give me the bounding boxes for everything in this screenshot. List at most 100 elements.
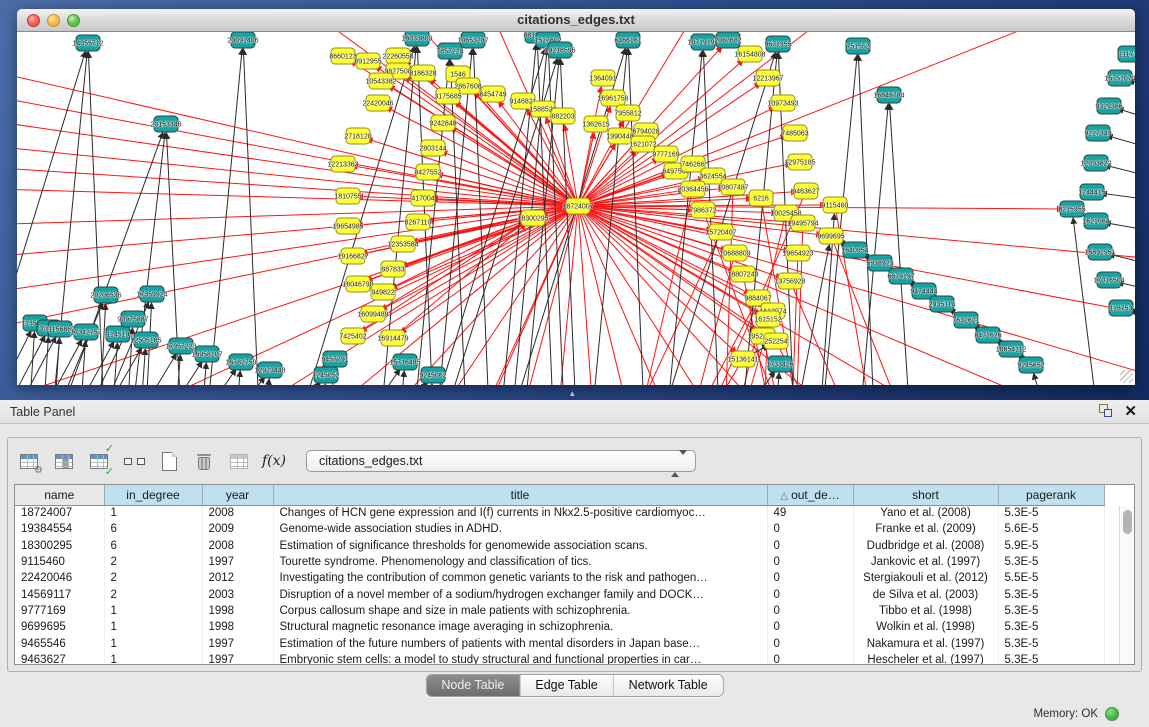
table-cell[interactable]: 1997 (202, 635, 273, 651)
table-cell[interactable]: Embryonic stem cells: a model to study s… (273, 652, 767, 665)
table-cell[interactable]: 2012 (202, 570, 273, 586)
table-cell[interactable]: Wolkin et al. (1998) (853, 619, 998, 635)
table-cell[interactable]: 2 (104, 554, 202, 570)
graph-node[interactable]: 16961758 (597, 90, 628, 106)
graph-node[interactable]: 9457791 (321, 351, 348, 367)
column-header-name[interactable]: name (15, 485, 104, 505)
graph-node[interactable]: 16914479 (377, 330, 408, 346)
graph-node[interactable]: 6679197 (887, 268, 914, 284)
table-cell[interactable]: Estimation of significance thresholds fo… (273, 538, 767, 554)
graph-node[interactable]: 7986372 (689, 202, 716, 218)
graph-node[interactable]: 8427552 (414, 164, 441, 180)
scrollbar-thumb[interactable] (1123, 510, 1132, 534)
graph-node[interactable]: 15720407 (705, 224, 736, 240)
graph-node[interactable]: 17342757 (70, 324, 101, 340)
table-cell[interactable]: 18724007 (15, 505, 104, 521)
graph-node[interactable]: 20364456 (677, 181, 708, 197)
graph-node[interactable]: 1244415 (1078, 184, 1105, 200)
column-header-in_degree[interactable]: in_degree (104, 485, 202, 505)
graph-node[interactable]: 7485063 (781, 125, 808, 141)
table-cell[interactable]: 1 (104, 603, 202, 619)
function-builder-icon[interactable]: f(x) (261, 448, 287, 474)
graph-node[interactable]: 949822 (371, 284, 395, 300)
tab-network-table[interactable]: Network Table (614, 675, 723, 696)
table-cell[interactable]: Jankovic et al. (1997) (853, 554, 998, 570)
graph-node[interactable]: 9245062 (419, 367, 446, 383)
table-cell[interactable]: 0 (767, 538, 853, 554)
table-row[interactable]: 1938455462009Genome-wide association stu… (15, 521, 1104, 537)
graph-node[interactable]: 7425402 (339, 328, 366, 344)
graph-node[interactable]: 22260558 (382, 48, 413, 64)
graph-node[interactable]: 8186328 (409, 65, 436, 81)
graph-node[interactable]: 20091406 (227, 32, 258, 48)
graph-node[interactable]: 16154808 (734, 46, 765, 62)
graph-node[interactable]: 7632621 (952, 312, 979, 328)
delete-icon[interactable] (191, 448, 217, 474)
table-row[interactable]: 946362711997Embryonic stem cells: a mode… (15, 652, 1104, 665)
graph-node[interactable]: 1364091 (589, 70, 616, 86)
graph-node[interactable]: 9242848 (429, 115, 456, 131)
graph-node[interactable]: 13756928 (774, 273, 805, 289)
graph-node[interactable]: 114519 (106, 326, 130, 342)
graph-node[interactable]: 10688809 (719, 245, 750, 261)
graph-node[interactable]: 16046798 (342, 276, 373, 292)
memory-status-indicator[interactable] (1105, 707, 1119, 721)
table-row[interactable]: 1872400712008Changes of HCN gene express… (15, 505, 1104, 521)
graph-node[interactable]: 15136141 (727, 351, 758, 367)
table-cell[interactable]: Structural magnetic resonance image aver… (273, 619, 767, 635)
table-cell[interactable]: Stergiakouli et al. (2012) (853, 570, 998, 586)
table-cell[interactable]: 5.3E-5 (998, 619, 1104, 635)
table-cell[interactable]: 1997 (202, 554, 273, 570)
table-row[interactable]: 1456911722003Disruption of a novel membe… (15, 586, 1104, 602)
table-cell[interactable]: 2008 (202, 538, 273, 554)
table-cell[interactable]: 0 (767, 603, 853, 619)
graph-node[interactable]: 18807249 (727, 266, 758, 282)
graph-node[interactable]: 9777169 (652, 146, 679, 162)
graph-node[interactable]: 9227349 (1084, 125, 1111, 141)
table-cell[interactable]: 9777169 (15, 603, 104, 619)
graph-node[interactable]: 751552 (846, 38, 870, 54)
graph-node[interactable]: 2803144 (419, 140, 446, 156)
graph-node[interactable]: 5938923 (866, 255, 893, 271)
graph-node[interactable]: 90975887 (117, 311, 148, 327)
table-row[interactable]: 977716911998Corpus callosum shape and si… (15, 603, 1104, 619)
table-row[interactable]: 1830029562008Estimation of significance … (15, 538, 1104, 554)
column-header-year[interactable]: year (202, 485, 273, 505)
tab-edge-table[interactable]: Edge Table (520, 675, 613, 696)
graph-node[interactable]: 18724007 (562, 198, 593, 214)
table-cell[interactable]: 5.3E-5 (998, 652, 1104, 665)
graph-node[interactable]: 7857224 (436, 43, 463, 59)
graph-node[interactable]: 10654112 (996, 341, 1027, 357)
network-window-titlebar[interactable]: citations_edges.txt (17, 9, 1135, 32)
table-cell[interactable]: 0 (767, 652, 853, 665)
node-table-grid[interactable]: namein_degreeyeartitle△ out_de…shortpage… (15, 485, 1105, 665)
table-column-icon[interactable] (51, 448, 77, 474)
graph-node[interactable]: 12353584 (387, 236, 418, 252)
table-cell[interactable]: 1 (104, 505, 202, 521)
network-canvas[interactable]: 1872400786601238912955222605589827508105… (17, 32, 1135, 385)
split-pane-handle[interactable]: ▴ (570, 388, 575, 399)
table-cell[interactable]: 5.9E-5 (998, 538, 1104, 554)
graph-node[interactable]: 18300295 (517, 210, 548, 226)
table-cell[interactable]: Corpus callosum shape and size in male p… (273, 603, 767, 619)
column-header-out_de[interactable]: △ out_de… (767, 485, 853, 505)
graph-node[interactable]: 8267110 (405, 214, 432, 230)
graph-node[interactable]: 9671355 (764, 36, 791, 52)
graph-node[interactable]: 16648784 (873, 87, 904, 103)
graph-node[interactable]: 19654923 (782, 245, 813, 261)
table-cell[interactable]: Genome-wide association studies in ADHD. (273, 521, 767, 537)
table-cell[interactable]: Hescheler et al. (1997) (853, 652, 998, 665)
table-cell[interactable]: 1 (104, 635, 202, 651)
graph-node[interactable]: 252254 (764, 333, 788, 349)
graph-node[interactable]: 8215955 (1058, 201, 1085, 217)
close-panel-icon[interactable]: ✕ (1124, 404, 1137, 419)
table-cell[interactable]: 5.3E-5 (998, 635, 1104, 651)
table-vertical-scrollbar[interactable] (1119, 506, 1134, 664)
graph-node[interactable]: 15892951 (1084, 244, 1115, 260)
table-cell[interactable]: 5.3E-5 (998, 554, 1104, 570)
graph-node[interactable]: 887833 (381, 261, 405, 277)
graph-node[interactable]: 118753 (1109, 300, 1133, 316)
table-cell[interactable]: 5.5E-5 (998, 570, 1104, 586)
graph-node[interactable]: 12975185 (784, 154, 815, 170)
table-cell[interactable]: 0 (767, 586, 853, 602)
